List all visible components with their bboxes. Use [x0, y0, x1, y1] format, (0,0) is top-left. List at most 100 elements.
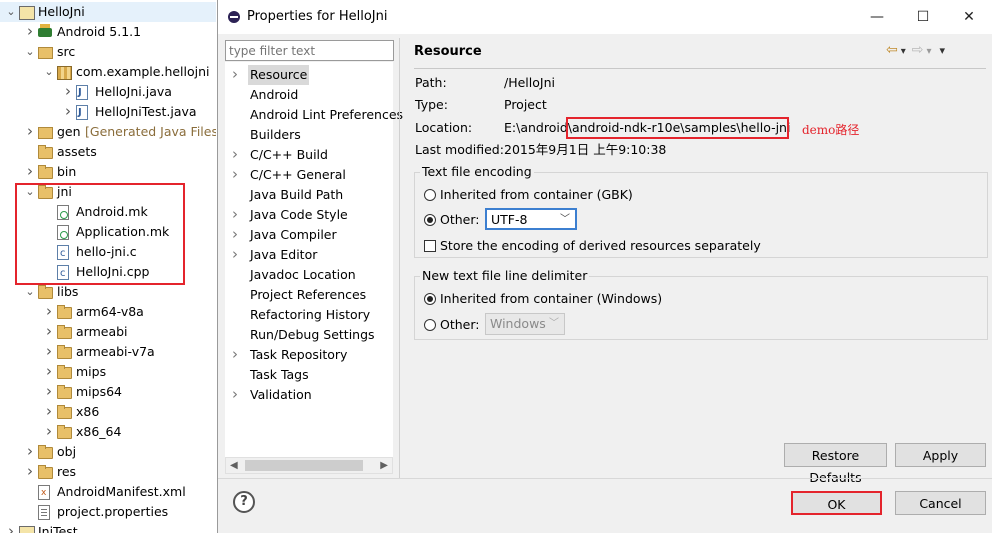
chevron-right-icon[interactable]: › [229, 384, 241, 404]
store-encoding-label[interactable]: Store the encoding of derived resources … [440, 237, 761, 255]
pane-divider[interactable] [399, 38, 400, 478]
page-item[interactable]: Run/Debug Settings [225, 325, 393, 345]
tree-item[interactable]: › armeabi-v7a [0, 342, 216, 362]
chevron-right-icon[interactable]: › [24, 461, 36, 481]
page-item[interactable]: › Validation [225, 385, 393, 405]
filter-input[interactable] [225, 40, 394, 61]
tree-item[interactable]: ⌄ src [0, 42, 216, 62]
chevron-right-icon[interactable]: › [24, 441, 36, 461]
chevron-down-icon[interactable]: ⌄ [24, 42, 36, 62]
ok-button[interactable]: OK [791, 491, 882, 515]
folder-icon [57, 325, 72, 339]
tree-item[interactable]: ⌄ libs [0, 282, 216, 302]
encoding-inherited-radio[interactable] [424, 189, 436, 201]
tree-item[interactable]: › bin [0, 162, 216, 182]
minimize-button[interactable]: — [854, 0, 900, 34]
back-menu-icon[interactable]: ▾ [901, 46, 906, 57]
chevron-down-icon[interactable]: ⌄ [5, 2, 17, 22]
tree-item[interactable]: › obj [0, 442, 216, 462]
page-item[interactable]: Android [225, 85, 393, 105]
forward-arrow-icon[interactable]: ⇨ [912, 42, 924, 58]
maximize-button[interactable]: ☐ [900, 0, 946, 34]
chevron-right-icon[interactable]: › [62, 101, 74, 121]
tree-item[interactable]: › x86_64 [0, 422, 216, 442]
page-item[interactable]: › Task Repository [225, 345, 393, 365]
tree-item[interactable]: › HelloJni.java [0, 81, 216, 103]
dialog-titlebar[interactable]: Properties for HelloJni — ☐ ✕ [218, 0, 992, 34]
encoding-other-radio[interactable] [424, 214, 436, 226]
tree-item[interactable]: › HelloJniTest.java [0, 101, 216, 123]
chevron-right-icon[interactable]: › [229, 244, 241, 264]
tree-item[interactable]: › Android 5.1.1 [0, 22, 216, 42]
page-item[interactable]: Refactoring History [225, 305, 393, 325]
page-item[interactable]: Java Build Path [225, 185, 393, 205]
view-menu-icon[interactable]: ▾ [940, 44, 946, 57]
cancel-button[interactable]: Cancel [895, 491, 986, 515]
encoding-select[interactable]: UTF-8 ﹀ [485, 208, 577, 230]
forward-menu-icon[interactable]: ▾ [927, 46, 932, 57]
chevron-right-icon[interactable]: › [24, 121, 36, 141]
chevron-right-icon[interactable]: › [229, 204, 241, 224]
chevron-right-icon[interactable]: › [229, 164, 241, 184]
delimiter-other-radio[interactable] [424, 319, 436, 331]
page-item[interactable]: › C/C++ General [225, 165, 393, 185]
apply-button[interactable]: Apply [895, 443, 986, 467]
encoding-inherited-label[interactable]: Inherited from container (GBK) [440, 186, 633, 204]
chevron-right-icon[interactable]: › [43, 381, 55, 401]
chevron-right-icon[interactable]: › [229, 224, 241, 244]
tree-item-label: x86_64 [76, 424, 122, 439]
restore-defaults-button[interactable]: Restore Defaults [784, 443, 887, 485]
scroll-right-arrow-icon[interactable]: ▶ [380, 458, 388, 473]
chevron-right-icon[interactable]: › [43, 421, 55, 441]
delimiter-inherited-label[interactable]: Inherited from container (Windows) [440, 290, 662, 308]
chevron-down-icon[interactable]: ⌄ [24, 282, 36, 302]
chevron-down-icon[interactable]: ⌄ [43, 62, 55, 82]
chevron-right-icon[interactable]: › [229, 144, 241, 164]
tree-item[interactable]: › mips [0, 362, 216, 382]
tree-item[interactable]: project.properties [0, 502, 216, 522]
chevron-right-icon[interactable]: › [43, 301, 55, 321]
page-item[interactable]: Javadoc Location [225, 265, 393, 285]
tree-item[interactable]: › mips64 [0, 382, 216, 402]
close-button[interactable]: ✕ [946, 0, 992, 34]
encoding-other-label[interactable]: Other: [440, 211, 479, 229]
tree-item[interactable]: › armeabi [0, 322, 216, 342]
help-icon[interactable]: ? [233, 491, 255, 513]
tree-item[interactable]: AndroidManifest.xml [0, 482, 216, 503]
tree-item[interactable]: › arm64-v8a [0, 302, 216, 322]
chevron-right-icon[interactable]: › [43, 361, 55, 381]
pages-horizontal-scrollbar[interactable]: ◀ ▶ [225, 457, 393, 474]
chevron-right-icon[interactable]: › [62, 81, 74, 101]
scroll-left-arrow-icon[interactable]: ◀ [230, 458, 238, 473]
store-encoding-checkbox[interactable] [424, 240, 436, 252]
delimiter-other-label[interactable]: Other: [440, 316, 479, 334]
tree-item[interactable]: › gen [Generated Java Files] [0, 122, 216, 142]
page-item[interactable]: › Java Editor [225, 245, 393, 265]
chevron-right-icon[interactable]: › [43, 341, 55, 361]
tree-item[interactable]: assets [0, 142, 216, 162]
encoding-select-value: UTF-8 [491, 212, 528, 227]
page-item[interactable]: Builders [225, 125, 393, 145]
page-item[interactable]: › Resource [225, 65, 393, 85]
delimiter-inherited-radio[interactable] [424, 293, 436, 305]
page-item[interactable]: Android Lint Preferences [225, 105, 403, 125]
chevron-right-icon[interactable]: › [229, 64, 241, 84]
chevron-right-icon[interactable]: › [229, 344, 241, 364]
tree-item[interactable]: ⌄ com.example.hellojni [0, 62, 216, 82]
tree-item[interactable]: › x86 [0, 402, 216, 422]
page-item[interactable]: Task Tags [225, 365, 393, 385]
page-item[interactable]: › C/C++ Build [225, 145, 393, 165]
chevron-right-icon[interactable]: › [5, 521, 17, 533]
chevron-right-icon[interactable]: › [43, 401, 55, 421]
page-item[interactable]: Project References [225, 285, 393, 305]
chevron-right-icon[interactable]: › [43, 321, 55, 341]
tree-item[interactable]: ⌄ HelloJni [0, 2, 216, 22]
page-item[interactable]: › Java Code Style [225, 205, 393, 225]
tree-item[interactable]: › res [0, 462, 216, 482]
page-item[interactable]: › Java Compiler [225, 225, 393, 245]
scrollbar-thumb[interactable] [245, 460, 363, 471]
back-arrow-icon[interactable]: ⇦ [886, 42, 898, 58]
tree-item[interactable]: › JniTest [0, 522, 216, 533]
chevron-right-icon[interactable]: › [24, 21, 36, 41]
chevron-right-icon[interactable]: › [24, 161, 36, 181]
